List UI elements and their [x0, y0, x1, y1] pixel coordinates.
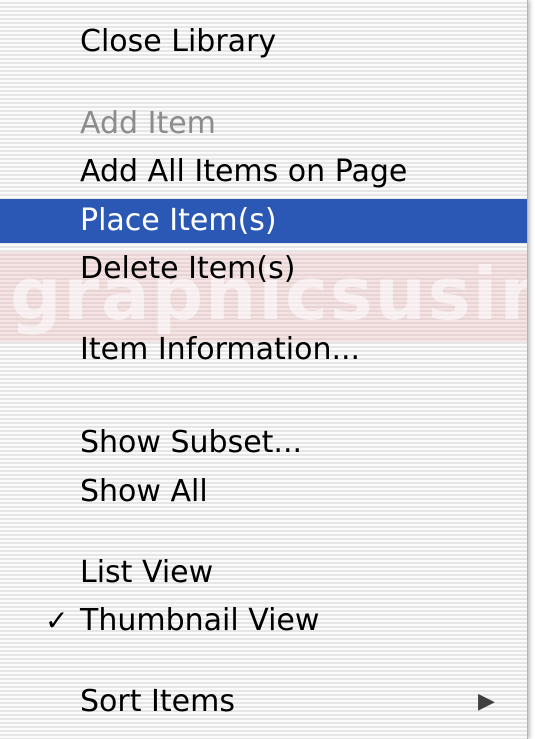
menu-item-label: Close Library — [80, 24, 277, 59]
menu-item-add-all-items-on-page[interactable]: Add All Items on Page — [0, 150, 527, 194]
menu-item-label: Thumbnail View — [80, 603, 320, 638]
menu-item-thumbnail-view[interactable]: ✓ Thumbnail View — [0, 599, 527, 643]
menu-item-label: Show All — [80, 474, 208, 509]
menu-item-label: Sort Items — [80, 684, 235, 719]
menu-item-delete-items[interactable]: Delete Item(s) — [0, 247, 527, 291]
menu-item-label: Item Information... — [80, 332, 361, 367]
menu-item-sort-items[interactable]: Sort Items ▶ — [0, 680, 527, 724]
menu-item-close-library[interactable]: Close Library — [0, 20, 527, 64]
menu-item-label: Add Item — [80, 106, 216, 141]
menu-item-list-view[interactable]: List View — [0, 551, 527, 595]
library-context-menu: graphicsusing Close Library Add Item Add… — [0, 0, 528, 739]
menu-item-label: Add All Items on Page — [80, 154, 408, 189]
menu-item-item-information[interactable]: Item Information... — [0, 328, 527, 372]
submenu-arrow-icon: ▶ — [478, 689, 495, 714]
menu-item-label: Delete Item(s) — [80, 251, 296, 286]
menu-item-label: List View — [80, 555, 214, 590]
menu-item-show-all[interactable]: Show All — [0, 470, 527, 514]
menu-item-place-items[interactable]: Place Item(s) — [0, 199, 527, 243]
menu-item-label: Show Subset... — [80, 425, 303, 460]
menu-item-add-item: Add Item — [0, 102, 527, 146]
checkmark-icon: ✓ — [45, 604, 69, 637]
menu-item-label: Place Item(s) — [80, 203, 277, 238]
menu-item-show-subset[interactable]: Show Subset... — [0, 421, 527, 465]
